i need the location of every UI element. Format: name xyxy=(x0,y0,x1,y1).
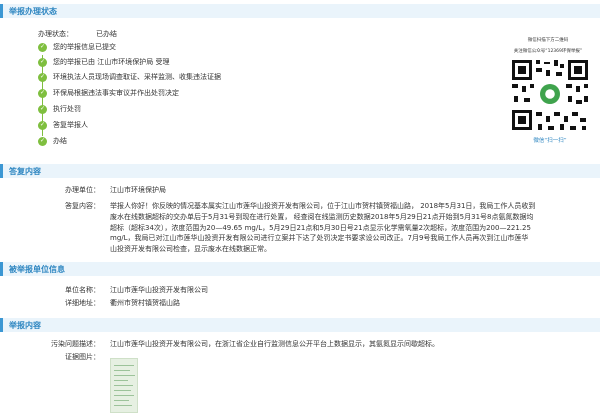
reply-line: 举报人你好！你反映的情况基本属实江山市莲华山投资开发有限公司，位于江山市贺村镇贺… xyxy=(110,202,536,210)
check-icon xyxy=(38,57,47,67)
reply-content-label: 答复内容： xyxy=(65,202,100,210)
step-label: 执行处罚 xyxy=(53,105,81,113)
qr-code-image xyxy=(510,58,590,132)
progress-step: 执行处罚 xyxy=(38,104,81,114)
unit-name-label: 单位名称： xyxy=(65,286,100,294)
section-header-reported-unit: 被举报单位信息 xyxy=(0,262,600,276)
reply-line: mg/L，我局已对江山市莲华山投资开发有限公司进行立案并下达了处罚决定书要求设公… xyxy=(110,234,529,243)
address-value: 衢州市贺村镇贺福山路 xyxy=(110,299,180,307)
progress-step: 您的举报已由 江山市环境保护局 受理 xyxy=(38,57,169,67)
reply-content: 举报人你好！你反映的情况基本属实江山市莲华山投资开发有限公司，位于江山市贺村镇贺… xyxy=(110,201,595,255)
step-label: 您的举报已由 江山市环境保护局 受理 xyxy=(53,58,170,66)
qr-note: 微信扫描下方二维码 xyxy=(527,38,569,43)
reply-line: 山投资开发有限公司检查，显示废水在线数据正常。 xyxy=(110,245,271,254)
unit-name-value: 江山市莲华山投资开发有限公司 xyxy=(110,286,208,294)
section-title: 举报办理状态 xyxy=(9,6,57,16)
section-header-status: 举报办理状态 xyxy=(0,4,600,18)
status-value: 已办结 xyxy=(96,30,117,38)
progress-step: 您的举报信息已提交 xyxy=(38,42,116,52)
check-icon xyxy=(38,42,47,52)
pollution-desc-value: 江山市莲华山投资开发有限公司，在浙江省企业自行监测信息公开平台上数据显示，其氨氮… xyxy=(110,340,439,348)
handling-unit-value: 江山市环境保护局 xyxy=(110,186,166,194)
check-icon xyxy=(38,88,47,98)
qr-note-account: 关注微信公众号“12369环保举报” xyxy=(513,49,583,54)
step-label: 环境执法人员现场调查取证、采样监测、收集违法证据 xyxy=(53,73,221,81)
section-title: 答复内容 xyxy=(9,166,41,176)
reply-line: 废水在线数据超标的交办单后于5月31号到现在进行处置， 经查阅在线监测历史数据2… xyxy=(110,212,534,221)
evidence-photo-label: 证据图片： xyxy=(65,353,100,361)
progress-step: 环境执法人员现场调查取证、采样监测、收集违法证据 xyxy=(38,72,221,82)
section-title: 举报内容 xyxy=(9,320,41,330)
evidence-photo-thumbnail[interactable] xyxy=(110,358,138,413)
reply-line: 超标（超标34次），浓度范围为20—49.65 mg/L，5月29日21点和5月… xyxy=(110,223,531,232)
section-header-reply: 答复内容 xyxy=(0,164,600,178)
progress-step: 办结 xyxy=(38,136,67,146)
step-label: 环保局根据违法事实审议并作出处罚决定 xyxy=(53,89,179,97)
pollution-desc-label: 污染问题描述： xyxy=(51,340,100,348)
check-icon xyxy=(38,104,47,114)
check-icon xyxy=(38,120,47,130)
step-label: 您的举报信息已提交 xyxy=(53,43,116,51)
status-label: 办理状态： xyxy=(38,30,73,38)
check-icon xyxy=(38,72,47,82)
check-icon xyxy=(38,136,47,146)
progress-step: 答复举报人 xyxy=(38,120,88,130)
handling-unit-label: 办理单位： xyxy=(65,186,100,194)
step-label: 办结 xyxy=(53,137,67,145)
progress-step: 环保局根据违法事实审议并作出处罚决定 xyxy=(38,88,179,98)
address-label: 详细地址： xyxy=(65,299,100,307)
status-row: 办理状态： 已办结 xyxy=(38,29,117,39)
step-label: 答复举报人 xyxy=(53,121,88,129)
section-header-report: 举报内容 xyxy=(0,318,600,332)
qr-caption: 微信“扫一扫” xyxy=(533,138,567,144)
section-title: 被举报单位信息 xyxy=(9,264,65,274)
